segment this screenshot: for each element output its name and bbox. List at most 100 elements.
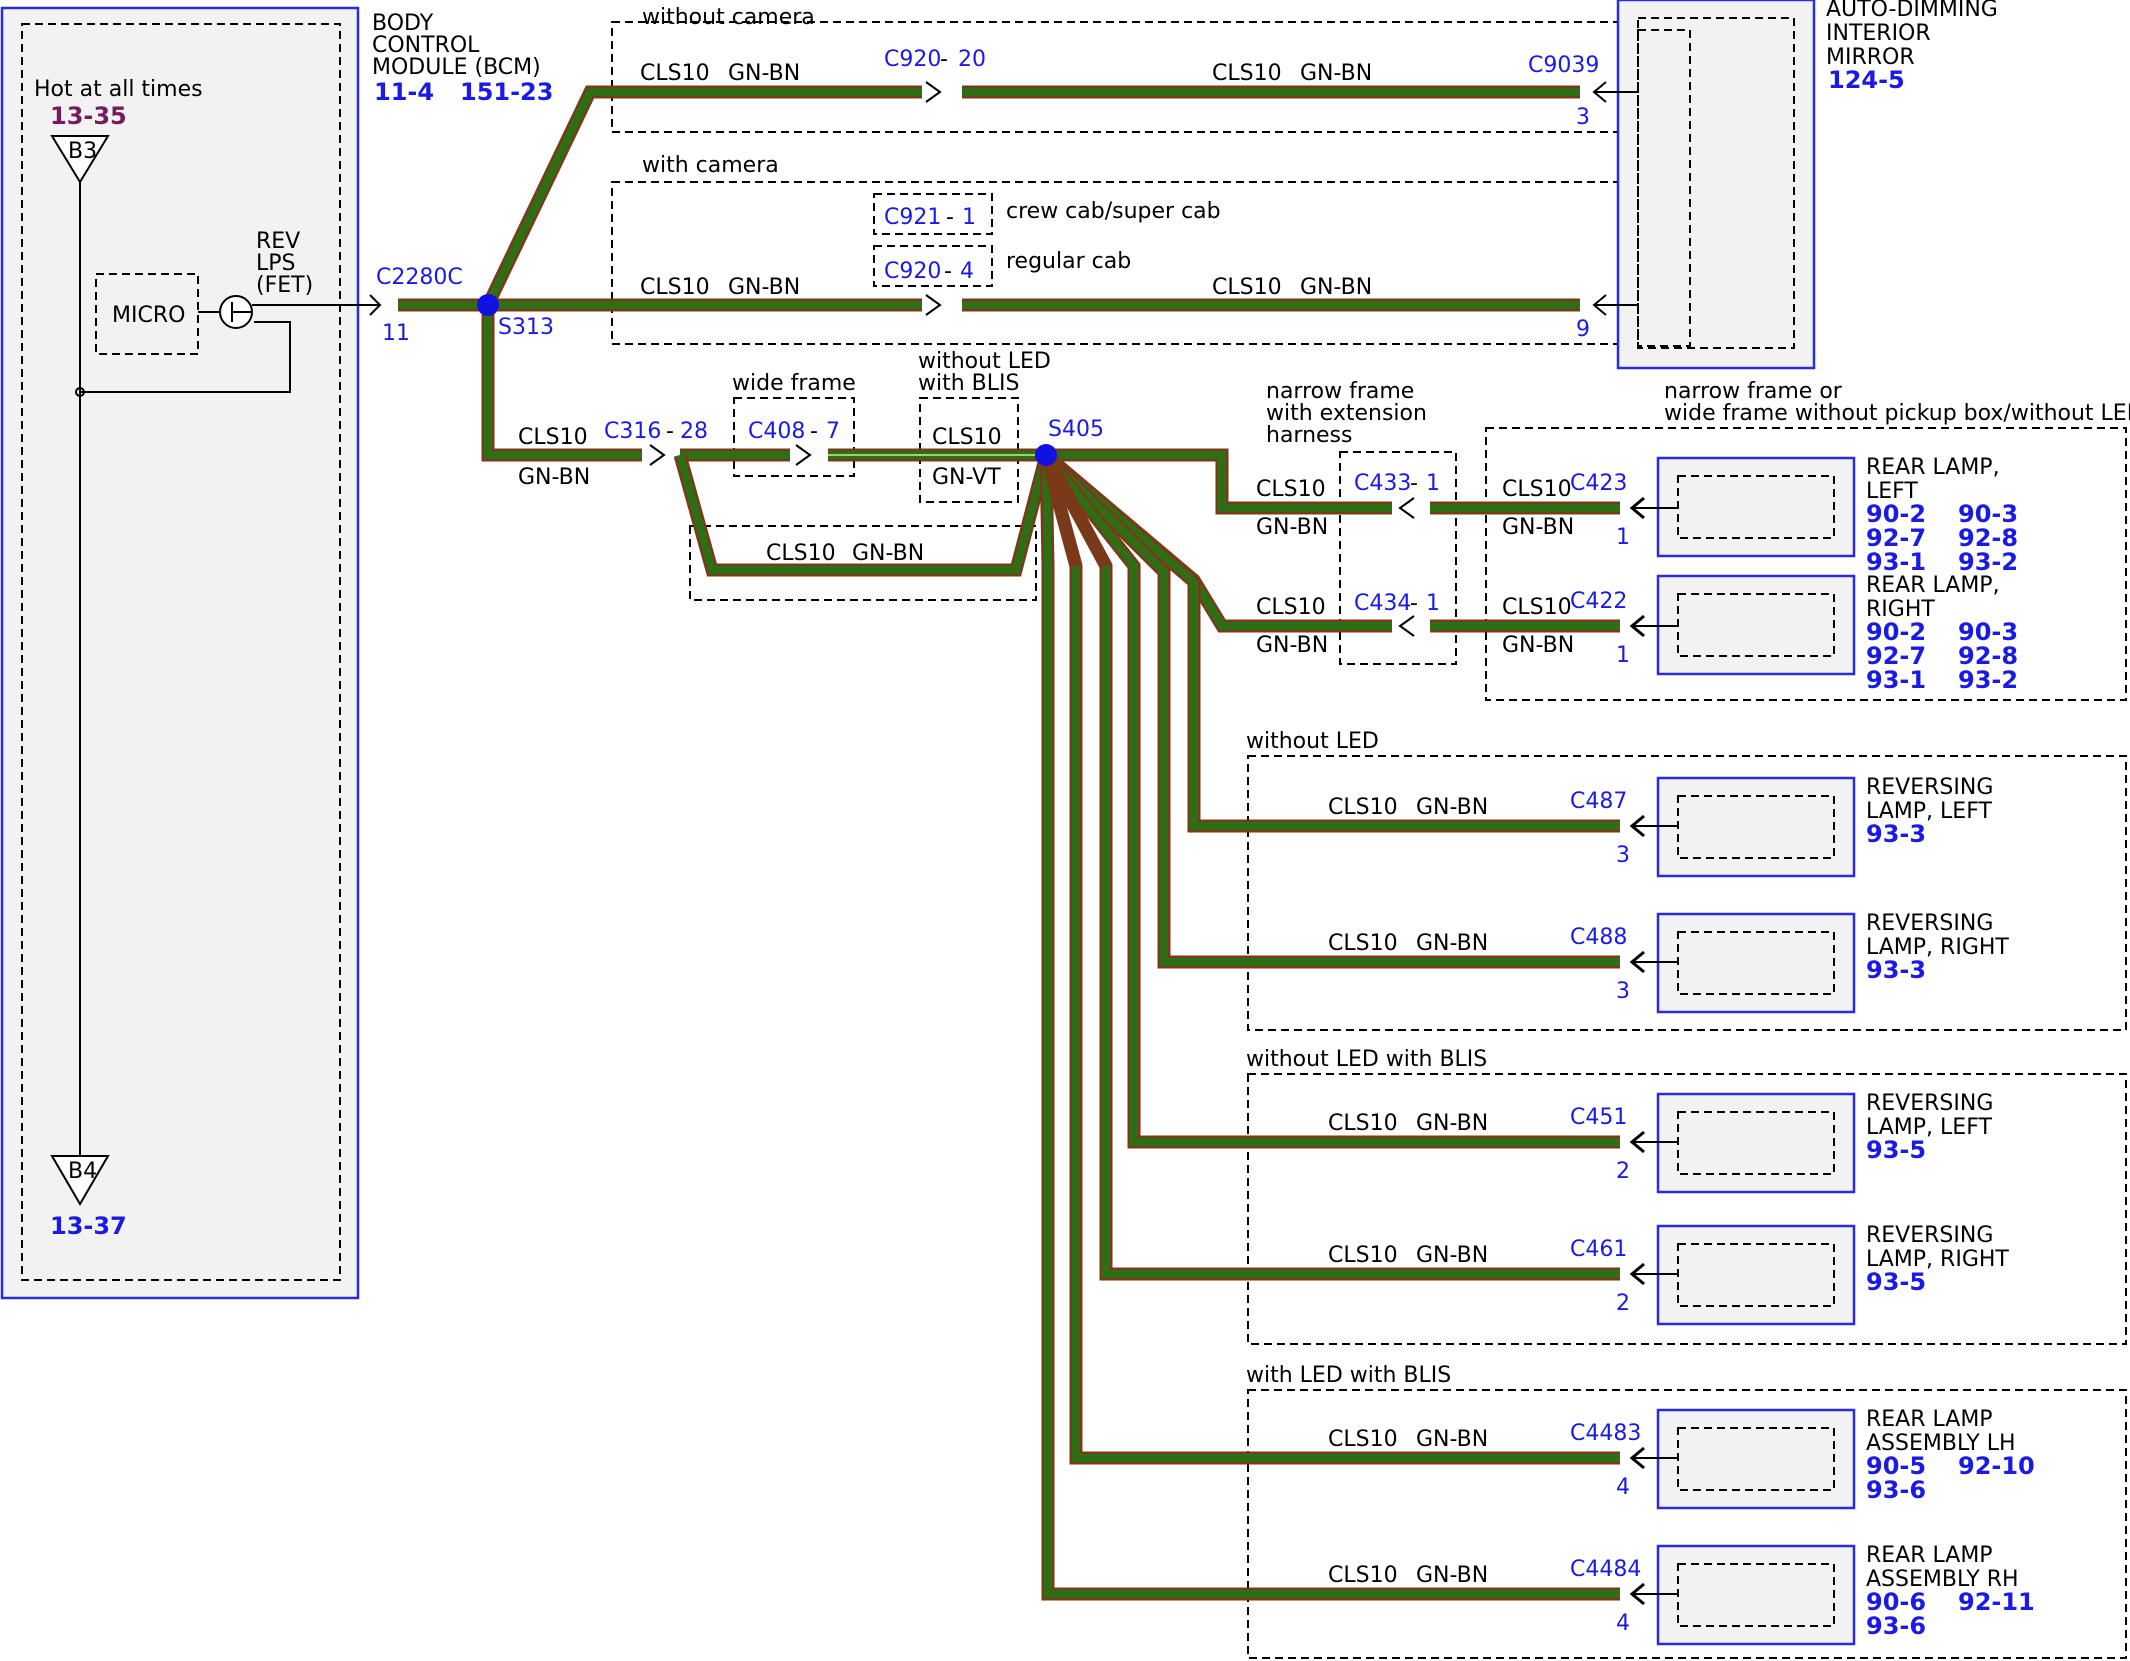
regular-cab-label: regular cab (1006, 249, 1131, 274)
c316-dash: - (666, 419, 674, 444)
with-camera-label: with camera (642, 153, 779, 178)
lamp-conn-c4484[interactable]: C4484 (1570, 1557, 1641, 1582)
bcm-module[interactable] (0, 6, 360, 1300)
c920-20-dash: - (940, 47, 948, 72)
wl-16-color: GN-BN (1416, 1427, 1488, 1452)
wl-11-color: GN-BN (1502, 633, 1574, 658)
lamp-ref-c4484-0-1[interactable]: 92-11 (1958, 1588, 2035, 1616)
lamp-conn-c461[interactable]: C461 (1570, 1237, 1627, 1262)
lamp-components: C4231REAR LAMP,LEFT90-2 90-392-7 92-893-1 9… (1570, 455, 2035, 1646)
lamp-module-c4484[interactable] (1656, 1544, 1856, 1646)
lamp-name-c461-0: REVERSING (1866, 1223, 1993, 1248)
wiring-diagram: BODY CONTROL MODULE (BCM) 11-4 151-23 Ho… (0, 0, 2130, 1659)
lamp-module-c451[interactable] (1656, 1092, 1856, 1194)
bcm-title-3: MODULE (BCM) (372, 55, 541, 80)
c434-dash: - (1410, 591, 1418, 616)
lamp-ref-c461-0-0[interactable]: 93-5 (1866, 1268, 1926, 1296)
c921-pin: 1 (962, 205, 976, 230)
c433-arrow-icon (1398, 497, 1415, 519)
mirror-module[interactable] (1616, 0, 1816, 370)
lamp-pin-c451: 2 (1616, 1159, 1630, 1184)
lamp-pin-c461: 2 (1616, 1291, 1630, 1316)
with-led-blis-label: with LED with BLIS (1246, 1363, 1451, 1388)
lamp-name-c4484-0: REAR LAMP (1866, 1543, 1993, 1568)
c434-arrow-icon (1398, 615, 1415, 637)
wl-10-color: GN-BN (1256, 633, 1328, 658)
lamp-ref-c488-0-0[interactable]: 93-3 (1866, 956, 1926, 984)
c920-4-arrow-icon (925, 294, 942, 316)
wl-4-color: GN-BN (1300, 275, 1372, 300)
lamp-conn-c422[interactable]: C422 (1570, 589, 1627, 614)
lamp-module-c423[interactable] (1656, 456, 1856, 558)
lamp-module-c461[interactable] (1656, 1224, 1856, 1326)
mirror-ref[interactable]: 124-5 (1828, 66, 1905, 94)
lamp-conn-c4483[interactable]: C4483 (1570, 1421, 1641, 1446)
lamp-ref-c423-2-0[interactable]: 93-1 (1866, 548, 1926, 576)
c316-label[interactable]: C316 (604, 419, 661, 444)
lamp-pin-c4484: 4 (1616, 1611, 1630, 1636)
lamp-ref-c4484-1-0[interactable]: 93-6 (1866, 1612, 1926, 1640)
wl-14-color: GN-BN (1416, 1111, 1488, 1136)
splice-s313[interactable] (477, 294, 499, 316)
lamp-conn-c487[interactable]: C487 (1570, 789, 1627, 814)
lamp-pin-c487: 3 (1616, 843, 1630, 868)
lamp-ref-c423-2-1[interactable]: 93-2 (1958, 548, 2018, 576)
without-camera-label: without camera (642, 5, 815, 30)
lamp-ref-c4483-0-1[interactable]: 92-10 (1958, 1452, 2035, 1480)
c921-dash: - (946, 205, 954, 230)
wl-9-circuit: CLS10 (1502, 477, 1572, 502)
c920-20-pin: 20 (958, 47, 986, 72)
c433-label[interactable]: C433 (1354, 471, 1411, 496)
wl-5-circuit: CLS10 (518, 425, 588, 450)
lamp-ref-c4483-1-0[interactable]: 93-6 (1866, 1476, 1926, 1504)
c408-arrow-icon (795, 444, 812, 466)
lamp-pin-c4483: 4 (1616, 1475, 1630, 1500)
lamp-name-c451-0: REVERSING (1866, 1091, 1993, 1116)
c9039-label[interactable]: C9039 (1528, 53, 1599, 78)
bcm-ref-1[interactable]: 11-4 (374, 78, 434, 106)
bcm-bottom-ref[interactable]: 13-37 (50, 1212, 127, 1240)
without-led-blis-group-label: without LED with BLIS (1246, 1047, 1487, 1072)
c921-label[interactable]: C921 (884, 205, 941, 230)
lamp-conn-c451[interactable]: C451 (1570, 1105, 1627, 1130)
wl-3-circuit: CLS10 (640, 275, 710, 300)
mirror-title-2: INTERIOR (1826, 21, 1931, 46)
wl-17-color: GN-BN (1416, 1563, 1488, 1588)
micro-label: MICRO (112, 303, 185, 328)
lamp-conn-c423[interactable]: C423 (1570, 471, 1627, 496)
c920-20-arrow-icon (925, 81, 942, 103)
narrow-group-2: wide frame without pickup box/without LE… (1664, 401, 2130, 426)
lamp-name-c422-0: REAR LAMP, (1866, 573, 2000, 598)
lamp-ref-c451-0-0[interactable]: 93-5 (1866, 1136, 1926, 1164)
bcm-ref-2[interactable]: 151-23 (460, 78, 553, 106)
wl-1-circuit: CLS10 (640, 61, 710, 86)
c920-20-label[interactable]: C920 (884, 47, 941, 72)
lamp-module-c488[interactable] (1656, 912, 1856, 1014)
wl-13-color: GN-BN (1416, 931, 1488, 956)
lamp-ref-c487-0-0[interactable]: 93-3 (1866, 820, 1926, 848)
c2280c-label[interactable]: C2280C (376, 265, 463, 290)
c408-pin: 7 (826, 419, 840, 444)
c920-4-label[interactable]: C920 (884, 259, 941, 284)
lamp-module-c422[interactable] (1656, 574, 1856, 676)
crew-cab-label: crew cab/super cab (1006, 199, 1221, 224)
wl-17-circuit: CLS10 (1328, 1563, 1398, 1588)
lamp-module-c4483[interactable] (1656, 1408, 1856, 1510)
c408-label[interactable]: C408 (748, 419, 805, 444)
lamp-conn-c488[interactable]: C488 (1570, 925, 1627, 950)
c9039-pin: 3 (1576, 105, 1590, 130)
c433-dash: - (1410, 471, 1418, 496)
lamp-ref-c422-2-1[interactable]: 93-2 (1958, 666, 2018, 694)
lamp-ref-c422-2-0[interactable]: 93-1 (1866, 666, 1926, 694)
wire-without-camera-1[interactable] (482, 85, 922, 308)
s405-label: S405 (1048, 417, 1104, 442)
splice-s405[interactable] (1035, 444, 1057, 466)
c434-label[interactable]: C434 (1354, 591, 1411, 616)
c434-pin: 1 (1426, 591, 1440, 616)
lamp-module-c487[interactable] (1656, 776, 1856, 878)
wl-15-color: GN-BN (1416, 1243, 1488, 1268)
wl-3-color: GN-BN (728, 275, 800, 300)
hot-ref[interactable]: 13-35 (50, 102, 127, 130)
c316-pin: 28 (680, 419, 708, 444)
lamp-pin-c422: 1 (1616, 643, 1630, 668)
